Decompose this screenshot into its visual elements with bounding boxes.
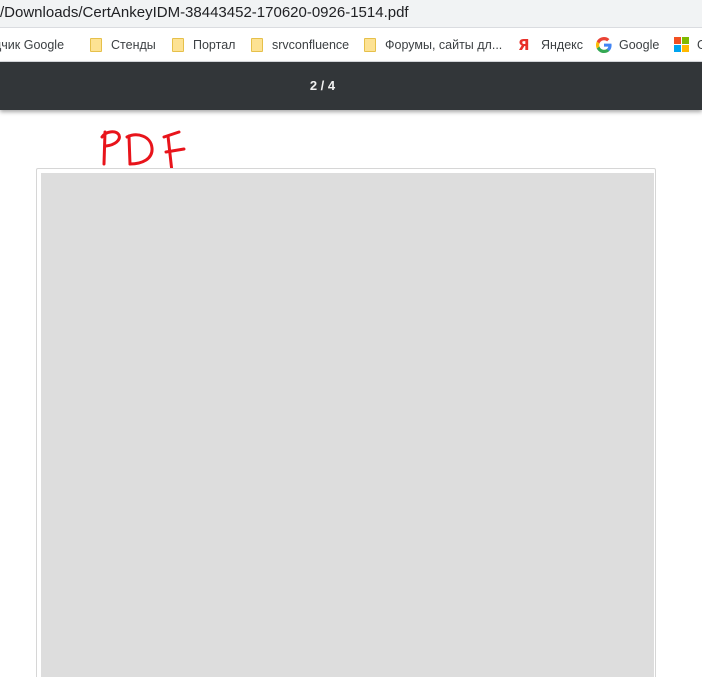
bookmark-label: G [697, 38, 702, 52]
bookmark-label: Google [619, 37, 660, 52]
bookmark-microsoft[interactable]: G [674, 28, 702, 61]
bookmark-stands[interactable]: Стенды [90, 28, 156, 61]
microsoft-icon [674, 37, 689, 52]
document-page [41, 173, 654, 677]
bookmark-label: Яндекс [541, 37, 584, 52]
bookmarks-bar: дчик Google Стенды Портал srvconfluence … [0, 27, 702, 62]
folder-icon [90, 37, 102, 52]
pdf-toolbar: 2 / 4 [0, 62, 702, 110]
bookmark-label: Форумы, сайты дл... [385, 37, 503, 52]
bookmark-portal[interactable]: Портал [172, 28, 235, 61]
bookmark-yandex[interactable]: Я Яндекс [518, 28, 583, 61]
bookmark-label: Стенды [111, 37, 156, 52]
address-url[interactable]: /Downloads/CertAnkeyIDM-38443452-170620-… [0, 4, 409, 21]
bookmark-translator[interactable]: дчик Google [0, 28, 64, 61]
bookmark-srvconfluence[interactable]: srvconfluence [251, 28, 349, 61]
google-icon [596, 36, 612, 53]
bookmark-label: Портал [193, 37, 236, 52]
browser-window: /Downloads/CertAnkeyIDM-38443452-170620-… [0, 0, 702, 677]
folder-icon [172, 37, 184, 52]
folder-icon [251, 37, 263, 52]
handwritten-annotation [100, 130, 186, 174]
page-indicator[interactable]: 2 / 4 [0, 62, 645, 110]
yandex-icon: Я [518, 35, 530, 54]
bookmark-label: srvconfluence [272, 37, 350, 52]
bookmark-label: дчик Google [0, 37, 65, 52]
bookmark-forums[interactable]: Форумы, сайты дл... [364, 28, 502, 61]
address-bar[interactable]: /Downloads/CertAnkeyIDM-38443452-170620-… [0, 0, 702, 27]
folder-icon [364, 37, 376, 52]
bookmark-google[interactable]: Google [596, 28, 659, 61]
